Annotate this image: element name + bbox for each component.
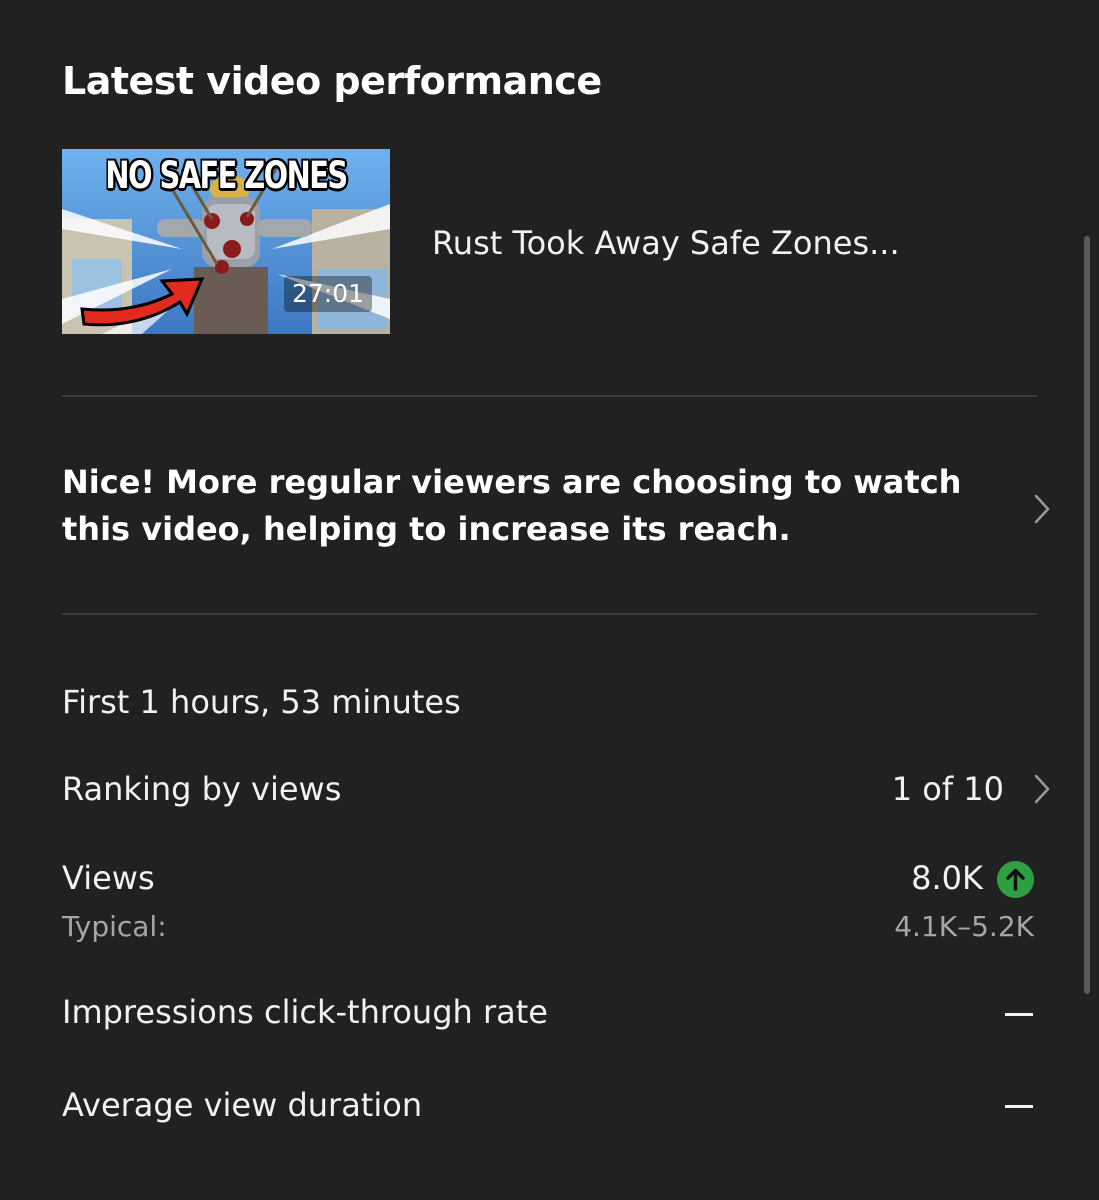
ctr-value: — xyxy=(1005,1013,1033,1016)
ranking-value[interactable]: 1 of 10 xyxy=(892,768,1004,810)
views-label: Views xyxy=(62,859,155,897)
views-value: 8.0K xyxy=(911,859,983,897)
divider xyxy=(62,613,1037,615)
video-duration: 27:01 xyxy=(283,276,372,312)
arrow-up-icon xyxy=(997,861,1034,898)
scrollbar[interactable] xyxy=(1084,236,1090,994)
video-thumbnail[interactable]: NO SAFE ZONES 27:01 xyxy=(62,149,390,334)
typical-label: Typical: xyxy=(62,910,167,943)
latest-video-performance-card: Latest video performance NO SAFE ZONES 2… xyxy=(0,0,1099,1200)
insight-message[interactable]: Nice! More regular viewers are choosing … xyxy=(62,459,1002,553)
video-title[interactable]: Rust Took Away Safe Zones... xyxy=(432,223,900,263)
ctr-label: Impressions click-through rate xyxy=(62,993,548,1031)
avg-duration-value: — xyxy=(1005,1105,1033,1108)
chevron-right-icon[interactable] xyxy=(1032,773,1052,805)
divider xyxy=(62,395,1037,397)
card-title: Latest video performance xyxy=(62,59,602,103)
chevron-right-icon[interactable] xyxy=(1032,493,1052,525)
typical-range: 4.1K–5.2K xyxy=(894,910,1034,943)
avg-duration-label: Average view duration xyxy=(62,1086,423,1124)
latest-video-row[interactable]: NO SAFE ZONES 27:01 Rust Took Away Safe … xyxy=(62,149,1037,334)
thumbnail-caption: NO SAFE ZONES xyxy=(105,154,348,197)
stats-timeframe: First 1 hours, 53 minutes xyxy=(62,683,461,721)
ranking-label: Ranking by views xyxy=(62,770,342,808)
